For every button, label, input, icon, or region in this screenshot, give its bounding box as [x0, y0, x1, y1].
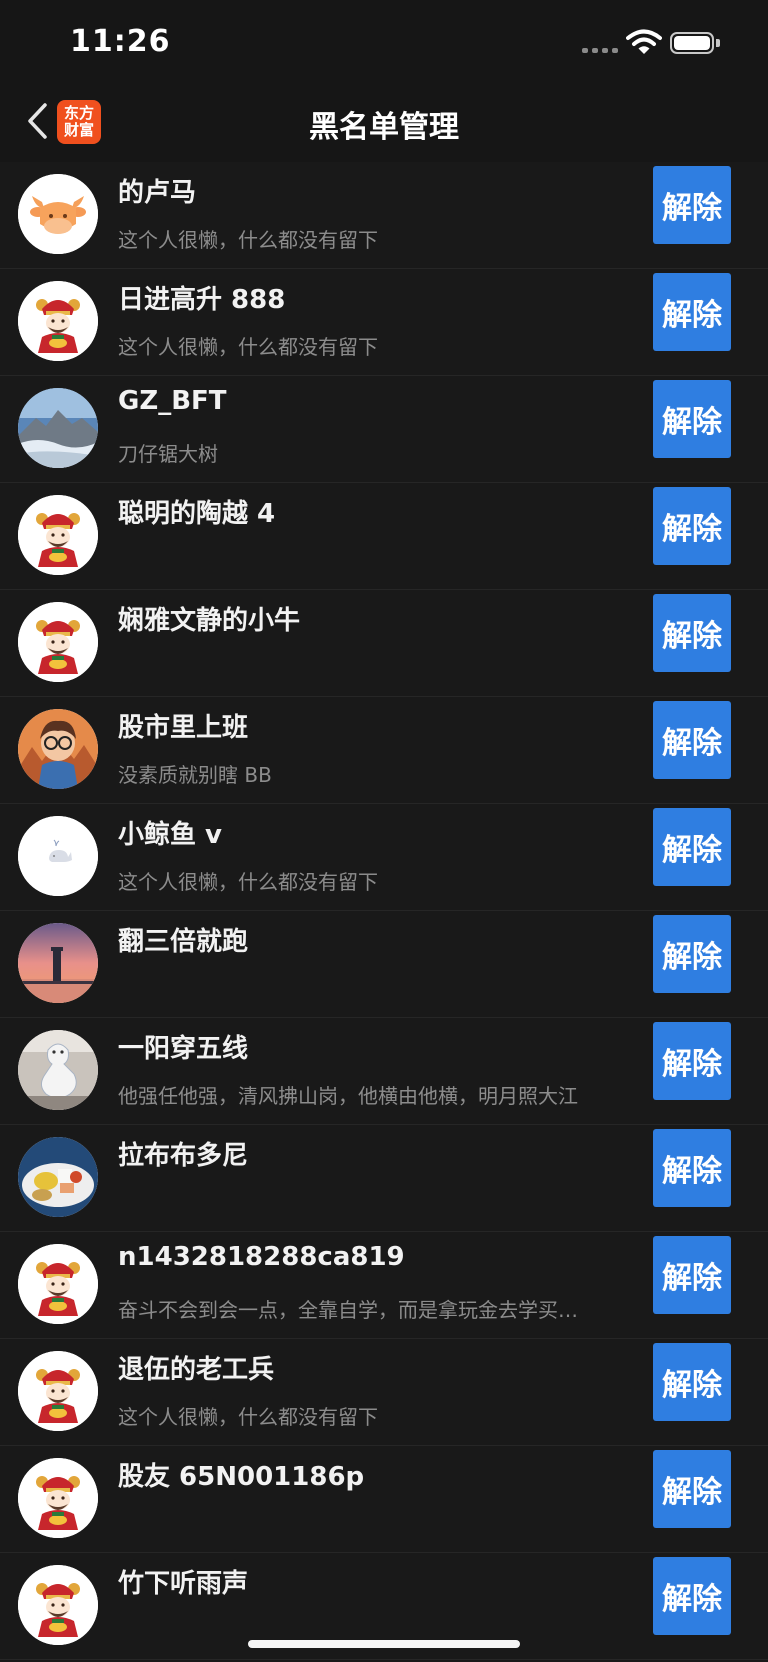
user-name[interactable]: 拉布布多尼: [118, 1135, 248, 1172]
user-bio: 这个人很懒，什么都没有留下: [118, 1405, 378, 1429]
god-of-wealth-avatar-icon[interactable]: [18, 1244, 98, 1324]
nav-bar: 东方 财富 黑名单管理: [0, 88, 768, 162]
unblock-button[interactable]: 解除: [653, 380, 731, 458]
user-bio: 这个人很懒，什么都没有留下: [118, 335, 378, 359]
user-name[interactable]: 竹下听雨声: [118, 1563, 248, 1600]
list-item[interactable]: 股友 65N001186p 解除: [0, 1446, 768, 1553]
user-name[interactable]: 娴雅文静的小牛: [118, 600, 300, 637]
user-name[interactable]: 股市里上班: [118, 707, 248, 744]
unblock-button[interactable]: 解除: [653, 487, 731, 565]
user-name[interactable]: GZ_BFT: [118, 386, 227, 416]
list-item[interactable]: 翻三倍就跑 解除: [0, 911, 768, 1018]
list-item[interactable]: 一阳穿五线他强任他强，清风拂山岗，他横由他横，明月照大江 解除: [0, 1018, 768, 1125]
mountain-photo-avatar[interactable]: [18, 388, 98, 468]
user-bio: 他强任他强，清风拂山岗，他横由他横，明月照大江: [118, 1084, 578, 1108]
unblock-button[interactable]: 解除: [653, 1450, 731, 1528]
cellular-signal-icon: [582, 44, 620, 54]
unblock-button[interactable]: 解除: [653, 1129, 731, 1207]
user-bio: 这个人很懒，什么都没有留下: [118, 870, 378, 894]
user-name[interactable]: 退伍的老工兵: [118, 1349, 274, 1386]
battery-cap: [716, 39, 720, 47]
unblock-button[interactable]: 解除: [653, 701, 731, 779]
status-time: 11:26: [70, 24, 171, 59]
unblock-button[interactable]: 解除: [653, 915, 731, 993]
user-name[interactable]: n1432818288ca819: [118, 1242, 405, 1272]
user-bio: 刀仔锯大树: [118, 442, 218, 466]
page-title: 黑名单管理: [309, 110, 459, 145]
list-item[interactable]: 娴雅文静的小牛 解除: [0, 590, 768, 697]
unblock-button[interactable]: 解除: [653, 273, 731, 351]
user-bio: 奋斗不会到会一点，全靠自学，而是拿玩金去学买…: [118, 1298, 578, 1322]
list-item[interactable]: n1432818288ca819 奋斗不会到会一点，全靠自学，而是拿玩金去学买… 解…: [0, 1232, 768, 1339]
user-name[interactable]: 股友 65N001186p: [118, 1456, 364, 1493]
food-plate-avatar[interactable]: [18, 1137, 98, 1217]
user-name[interactable]: 小鲸鱼 v: [118, 814, 222, 851]
unblock-button[interactable]: 解除: [653, 1343, 731, 1421]
list-item[interactable]: 的卢马这个人很懒，什么都没有留下 解除: [0, 162, 768, 269]
battery-icon: [670, 32, 714, 54]
list-item[interactable]: 聪明的陶越 4 解除: [0, 483, 768, 590]
cow-avatar-icon[interactable]: [18, 174, 98, 254]
cartoon-boy-avatar[interactable]: [18, 709, 98, 789]
god-of-wealth-avatar-icon[interactable]: [18, 281, 98, 361]
god-of-wealth-avatar-icon[interactable]: [18, 1565, 98, 1645]
whale-avatar-icon[interactable]: [18, 816, 98, 896]
list-item[interactable]: 退伍的老工兵这个人很懒，什么都没有留下 解除: [0, 1339, 768, 1446]
unblock-button[interactable]: 解除: [653, 1236, 731, 1314]
unblock-button[interactable]: 解除: [653, 808, 731, 886]
sunset-lighthouse-avatar[interactable]: [18, 923, 98, 1003]
list-item[interactable]: 日进高升 888 这个人很懒，什么都没有留下 解除: [0, 269, 768, 376]
god-of-wealth-avatar-icon[interactable]: [18, 602, 98, 682]
list-item[interactable]: 股市里上班没素质就别瞎 BB 解除: [0, 697, 768, 804]
user-bio: 没素质就别瞎 BB: [118, 763, 272, 787]
list-item[interactable]: 拉布布多尼 解除: [0, 1125, 768, 1232]
list-item[interactable]: GZ_BFT 刀仔锯大树 解除: [0, 376, 768, 483]
white-statue-avatar[interactable]: [18, 1030, 98, 1110]
user-name[interactable]: 聪明的陶越 4: [118, 493, 275, 530]
user-bio: 这个人很懒，什么都没有留下: [118, 228, 378, 252]
unblock-button[interactable]: 解除: [653, 1022, 731, 1100]
list-item[interactable]: 小鲸鱼 v 这个人很懒，什么都没有留下 解除: [0, 804, 768, 911]
home-indicator: [248, 1640, 520, 1648]
blocked-users-list: 的卢马 这个人很懒，什么都没有留下 解除 日进高升 888 这个人很懒，什么都没有留下…: [0, 162, 768, 1660]
unblock-button[interactable]: 解除: [653, 166, 731, 244]
user-name[interactable]: 日进高升 888: [118, 279, 285, 316]
user-name[interactable]: 翻三倍就跑: [118, 921, 248, 958]
user-name[interactable]: 的卢马: [118, 172, 196, 209]
wifi-icon: [626, 28, 662, 56]
god-of-wealth-avatar-icon[interactable]: [18, 495, 98, 575]
unblock-button[interactable]: 解除: [653, 1557, 731, 1635]
user-name[interactable]: 一阳穿五线: [118, 1028, 248, 1065]
god-of-wealth-avatar-icon[interactable]: [18, 1458, 98, 1538]
unblock-button[interactable]: 解除: [653, 594, 731, 672]
god-of-wealth-avatar-icon[interactable]: [18, 1351, 98, 1431]
status-bar: 11:26: [0, 0, 768, 88]
